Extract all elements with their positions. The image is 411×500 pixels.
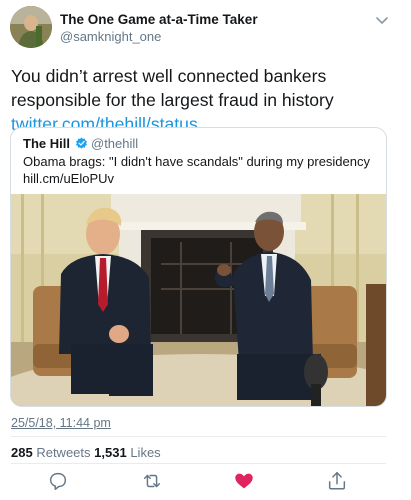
retweets-count[interactable]: 285 bbox=[11, 445, 33, 460]
avatar[interactable] bbox=[10, 6, 52, 48]
tweet-text: You didn’t arrest well connected bankers… bbox=[11, 64, 396, 136]
quoted-tweet-card[interactable]: The Hill @thehill Obama brags: "I didn't… bbox=[10, 127, 387, 407]
author-display-name[interactable]: The One Game at-a-Time Taker bbox=[60, 12, 258, 27]
tweet-body: You didn’t arrest well connected bankers… bbox=[11, 66, 334, 110]
tweet-header: The One Game at-a-Time Taker @samknight_… bbox=[0, 0, 411, 60]
retweet-icon[interactable] bbox=[141, 470, 163, 492]
tweet-timestamp[interactable]: 25/5/18, 11:44 pm bbox=[11, 416, 111, 430]
verified-badge-icon bbox=[75, 137, 88, 150]
likes-label[interactable]: Likes bbox=[130, 445, 160, 460]
divider bbox=[11, 436, 386, 437]
quoted-author-name: The Hill bbox=[23, 136, 70, 151]
retweets-label[interactable]: Retweets bbox=[36, 445, 90, 460]
tweet-stats: 285 Retweets 1,531 Likes bbox=[11, 445, 161, 460]
reply-icon[interactable] bbox=[47, 470, 69, 492]
divider bbox=[11, 463, 386, 464]
quoted-tweet-text: Obama brags: "I didn't have scandals" du… bbox=[23, 154, 371, 186]
likes-count[interactable]: 1,531 bbox=[94, 445, 127, 460]
share-icon[interactable] bbox=[326, 470, 348, 492]
tweet-action-bar bbox=[0, 470, 411, 492]
quoted-tweet-photo[interactable] bbox=[11, 194, 386, 406]
chevron-down-icon[interactable] bbox=[374, 14, 390, 26]
author-handle[interactable]: @samknight_one bbox=[60, 29, 161, 44]
like-icon[interactable] bbox=[233, 470, 255, 492]
quoted-author-handle: @thehill bbox=[91, 136, 139, 151]
